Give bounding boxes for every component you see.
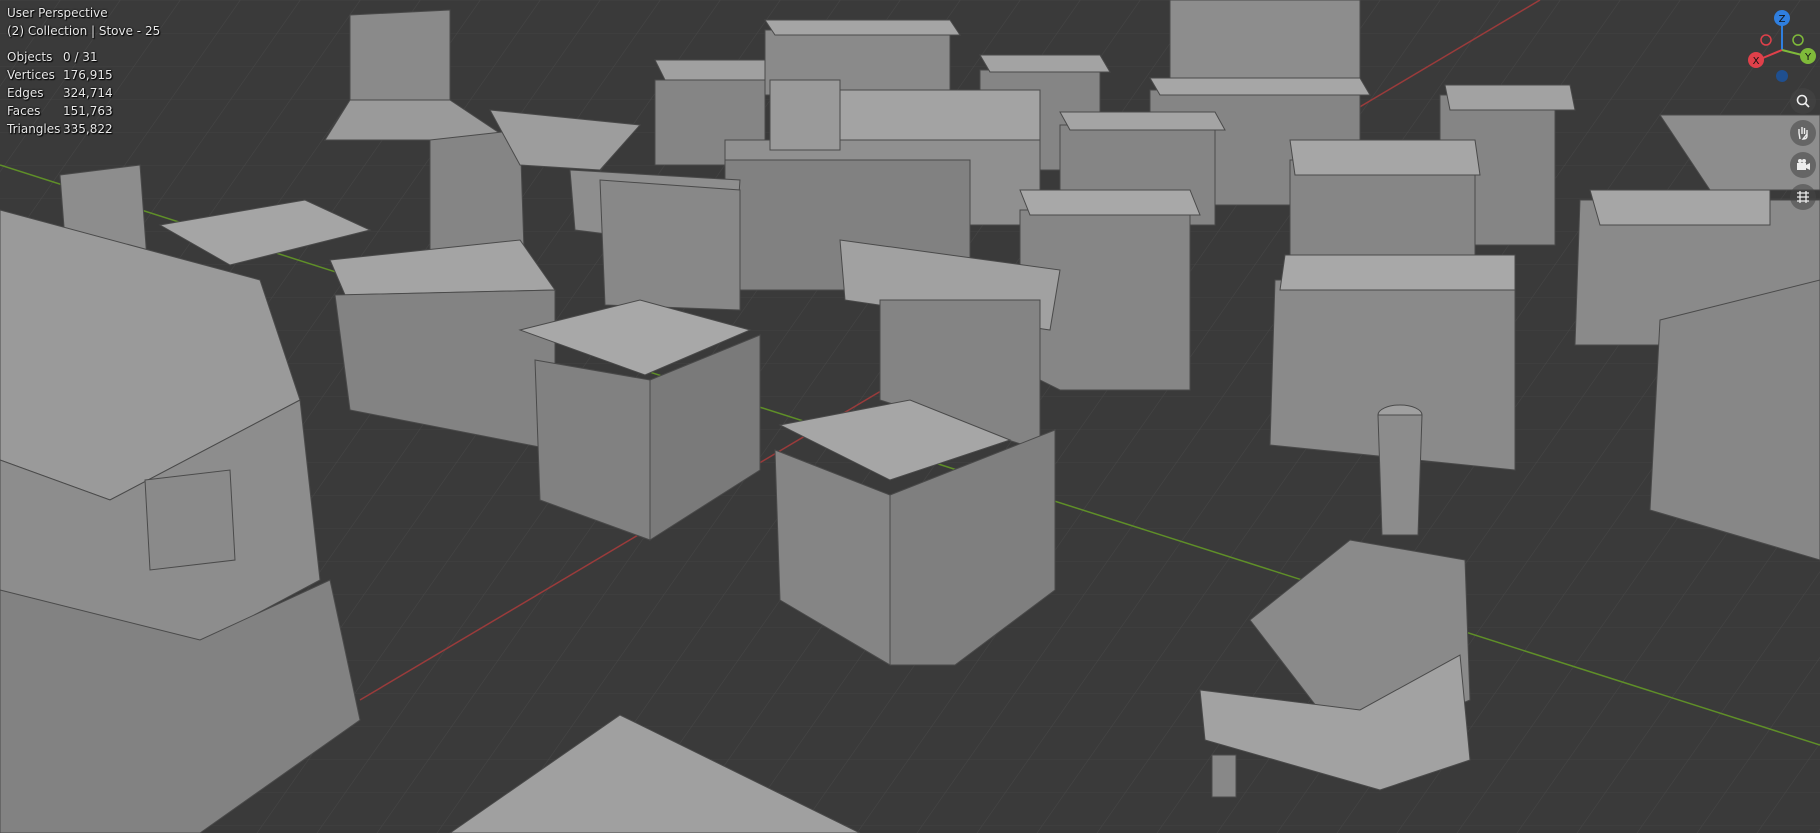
navigation-gizmo[interactable]: Z Y X <box>1740 0 1820 100</box>
stat-label: Objects <box>7 50 53 64</box>
stat-value: 151,763 <box>63 104 113 118</box>
x-axis-label: X <box>1753 56 1760 67</box>
stat-value: 176,915 <box>63 68 113 82</box>
scene-statistics: Objects 0 / 31 Vertices 176,915 Edges 32… <box>7 48 160 138</box>
stat-value: 324,714 <box>63 86 113 100</box>
stat-value: 335,822 <box>63 122 113 136</box>
zoom-icon[interactable] <box>1790 88 1816 114</box>
stat-label: Triangles <box>7 122 61 136</box>
stat-row-triangles: Triangles 335,822 <box>7 120 160 138</box>
scene-canvas[interactable] <box>0 0 1820 833</box>
camera-icon[interactable] <box>1790 152 1816 178</box>
stat-row-edges: Edges 324,714 <box>7 84 160 102</box>
collection-label: (2) Collection | Stove - 25 <box>7 24 161 38</box>
stat-row-objects: Objects 0 / 31 <box>7 48 160 66</box>
grid-view-icon[interactable] <box>1790 184 1816 210</box>
neg-z-axis-handle[interactable] <box>1776 70 1788 82</box>
stat-label: Edges <box>7 86 44 100</box>
neg-y-axis-handle[interactable] <box>1792 34 1804 46</box>
perspective-label: User Perspective <box>7 6 108 20</box>
stat-row-faces: Faces 151,763 <box>7 102 160 120</box>
z-axis-label: Z <box>1779 14 1786 25</box>
stat-value: 0 / 31 <box>63 50 98 64</box>
hand-pan-icon[interactable] <box>1790 120 1816 146</box>
neg-x-axis-handle[interactable] <box>1760 34 1772 46</box>
stat-row-vertices: Vertices 176,915 <box>7 66 160 84</box>
3d-viewport[interactable]: User Perspective (2) Collection | Stove … <box>0 0 1820 833</box>
viewport-info: User Perspective (2) Collection | Stove … <box>7 4 160 138</box>
stat-label: Faces <box>7 104 41 118</box>
stat-label: Vertices <box>7 68 55 82</box>
y-axis-label: Y <box>1804 52 1812 63</box>
